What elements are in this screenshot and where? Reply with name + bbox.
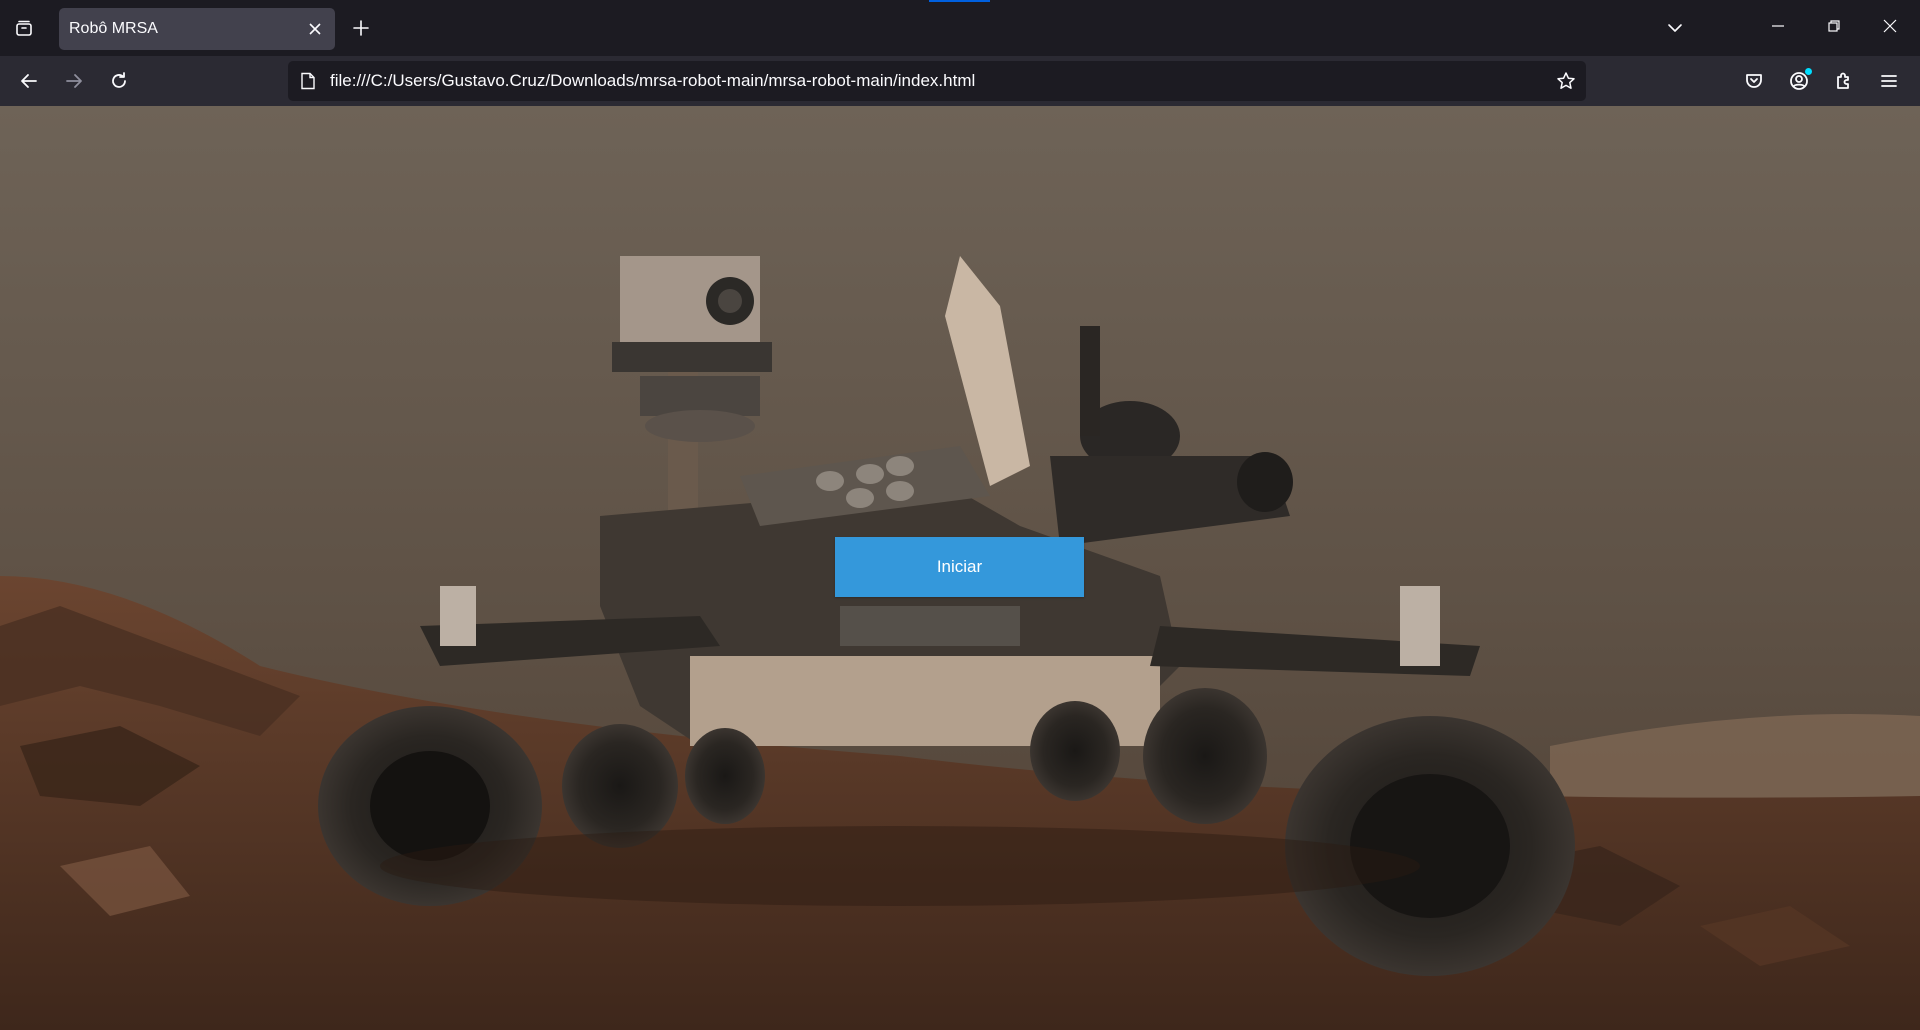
restore-button[interactable] (1808, 6, 1860, 46)
page-icon (288, 72, 328, 90)
notification-dot (1805, 68, 1812, 75)
tab-close-button[interactable] (301, 15, 329, 43)
tabs-icon (16, 20, 32, 36)
chevron-down-icon (1668, 24, 1682, 32)
start-button[interactable]: Iniciar (835, 537, 1084, 597)
star-icon (1557, 72, 1575, 89)
tab-strip-accent (929, 0, 990, 2)
forward-button[interactable] (56, 63, 92, 99)
menu-button[interactable] (1871, 63, 1907, 99)
close-window-button[interactable] (1864, 6, 1916, 46)
minimize-button[interactable] (1752, 6, 1804, 46)
reload-button[interactable] (101, 63, 137, 99)
tab-title: Robô MRSA (69, 20, 158, 37)
page-viewport: Iniciar (0, 106, 1920, 1030)
arrow-left-icon (21, 74, 37, 88)
arrow-right-icon (66, 74, 82, 88)
pocket-icon (1746, 74, 1762, 88)
tab-active[interactable]: Robô MRSA (59, 8, 335, 50)
new-tab-button[interactable] (343, 10, 379, 46)
account-button[interactable] (1781, 63, 1817, 99)
bookmark-star-button[interactable] (1546, 71, 1586, 91)
hamburger-menu-icon (1881, 75, 1897, 87)
minimize-icon (1772, 25, 1784, 27)
pocket-button[interactable] (1736, 63, 1772, 99)
restore-icon (1828, 20, 1840, 32)
extensions-button[interactable] (1826, 63, 1862, 99)
address-bar[interactable]: file:///C:/Users/Gustavo.Cruz/Downloads/… (288, 61, 1586, 101)
back-button[interactable] (11, 63, 47, 99)
reload-icon (112, 72, 126, 88)
close-icon (309, 23, 321, 35)
navigation-toolbar: file:///C:/Users/Gustavo.Cruz/Downloads/… (0, 56, 1920, 106)
url-text[interactable]: file:///C:/Users/Gustavo.Cruz/Downloads/… (328, 71, 1546, 91)
list-all-tabs-button[interactable] (1657, 10, 1693, 46)
plus-icon (353, 20, 369, 36)
puzzle-icon (1837, 72, 1849, 89)
tab-overview-button[interactable] (6, 10, 42, 46)
close-icon (1883, 19, 1897, 33)
tab-strip: Robô MRSA (0, 0, 1920, 56)
